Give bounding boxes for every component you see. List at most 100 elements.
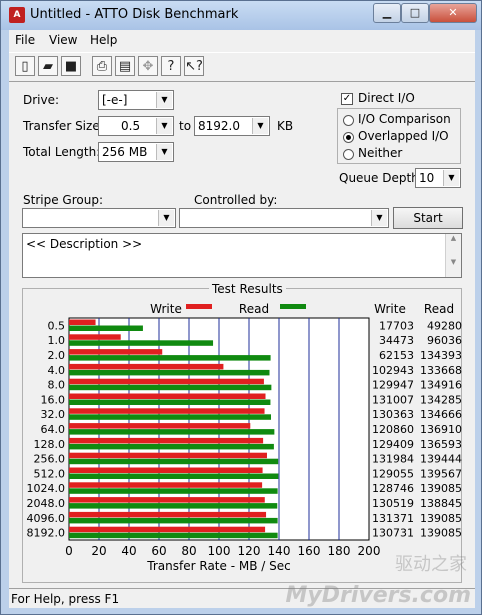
drive-label: Drive: bbox=[23, 93, 60, 107]
y-tick-label: 256.0 bbox=[34, 453, 66, 466]
watermark-chinese: 驱动之家 bbox=[395, 554, 467, 575]
write-bar bbox=[69, 497, 265, 503]
save-icon[interactable]: ■ bbox=[61, 56, 81, 76]
legend-read-label: Read bbox=[239, 302, 269, 316]
y-tick-label: 512.0 bbox=[34, 467, 66, 480]
transfer-size-to-select[interactable]: 8192.0 ▼ bbox=[194, 116, 270, 136]
write-bar bbox=[69, 334, 121, 340]
write-value: 131984 bbox=[372, 453, 414, 466]
write-value: 129409 bbox=[372, 438, 414, 451]
write-bar bbox=[69, 511, 267, 518]
legend-read-swatch bbox=[280, 304, 306, 309]
write-bar bbox=[69, 319, 96, 325]
controlled-by-select[interactable]: ▼ bbox=[179, 208, 389, 228]
y-tick-label: 4096.0 bbox=[27, 512, 66, 525]
drive-select[interactable]: [-e-] ▼ bbox=[98, 90, 174, 110]
write-value: 130519 bbox=[372, 497, 414, 510]
read-value: 139567 bbox=[420, 467, 462, 480]
y-tick-label: 32.0 bbox=[41, 408, 66, 421]
read-value: 139085 bbox=[420, 527, 462, 540]
column-header-read: Read bbox=[424, 302, 454, 316]
print-preview-icon[interactable]: ▤ bbox=[115, 56, 135, 76]
read-value: 134285 bbox=[420, 393, 462, 406]
write-value: 17703 bbox=[379, 319, 414, 332]
write-value: 102943 bbox=[372, 364, 414, 377]
description-field[interactable]: << Description >> ▲ ▼ bbox=[22, 233, 462, 278]
read-bar bbox=[69, 488, 278, 494]
chevron-down-icon[interactable]: ▼ bbox=[443, 170, 459, 186]
write-value: 130363 bbox=[372, 408, 414, 421]
menu-view[interactable]: View bbox=[49, 33, 77, 47]
read-bar bbox=[69, 414, 271, 420]
menu-help[interactable]: Help bbox=[90, 33, 117, 47]
queue-depth-value: 10 bbox=[419, 171, 435, 185]
neither-radio[interactable] bbox=[343, 149, 354, 160]
chevron-down-icon[interactable]: ▼ bbox=[156, 92, 172, 108]
write-value: 128746 bbox=[372, 482, 414, 495]
maximize-button[interactable]: □ bbox=[401, 3, 429, 23]
io-comparison-radio[interactable] bbox=[343, 115, 354, 126]
window-title: Untitled - ATTO Disk Benchmark bbox=[30, 7, 239, 22]
neither-label: Neither bbox=[358, 146, 403, 160]
atto-app-icon: A bbox=[9, 7, 25, 23]
chevron-down-icon[interactable]: ▼ bbox=[158, 210, 174, 226]
overlapped-io-radio[interactable] bbox=[343, 132, 354, 143]
status-text: For Help, press F1 bbox=[11, 592, 120, 606]
app-window: A Untitled - ATTO Disk Benchmark ▁ □ ✕ F… bbox=[0, 0, 482, 615]
y-tick-label: 16.0 bbox=[41, 393, 66, 406]
new-icon[interactable]: ▯ bbox=[15, 56, 35, 76]
move-icon[interactable]: ✥ bbox=[138, 56, 158, 76]
minimize-button[interactable]: ▁ bbox=[373, 3, 401, 23]
x-tick-label: 140 bbox=[268, 544, 291, 558]
stripe-group-select[interactable]: ▼ bbox=[22, 208, 176, 228]
stripe-group-label: Stripe Group: bbox=[23, 193, 103, 207]
read-bar bbox=[69, 325, 143, 331]
description-scrollbar[interactable]: ▲ ▼ bbox=[445, 234, 461, 277]
queue-depth-label: Queue Depth: bbox=[339, 171, 423, 185]
drive-value: [-e-] bbox=[102, 93, 128, 107]
print-icon[interactable]: ⎙ bbox=[92, 56, 112, 76]
kb-label: KB bbox=[277, 119, 294, 133]
x-tick-label: 100 bbox=[208, 544, 231, 558]
write-bar bbox=[69, 378, 264, 385]
write-bar bbox=[69, 526, 266, 533]
context-help-icon[interactable]: ↖? bbox=[184, 56, 204, 76]
write-bar bbox=[69, 452, 267, 459]
total-length-label: Total Length: bbox=[23, 145, 101, 159]
legend-write-swatch bbox=[186, 304, 212, 309]
transfer-to-value: 8192.0 bbox=[198, 119, 240, 133]
legend-write-label: Write bbox=[150, 302, 182, 316]
controlled-by-label: Controlled by: bbox=[194, 193, 278, 207]
write-value: 131371 bbox=[372, 512, 414, 525]
start-button[interactable]: Start bbox=[393, 207, 463, 229]
write-bar bbox=[69, 482, 263, 488]
chevron-down-icon[interactable]: ▼ bbox=[371, 210, 387, 226]
title-bar[interactable]: A Untitled - ATTO Disk Benchmark ▁ □ ✕ bbox=[1, 1, 481, 30]
read-value: 139085 bbox=[420, 482, 462, 495]
read-bar bbox=[69, 340, 214, 346]
chevron-down-icon[interactable]: ▼ bbox=[156, 118, 172, 134]
write-value: 62153 bbox=[379, 349, 414, 362]
queue-depth-select[interactable]: 10 ▼ bbox=[415, 168, 461, 188]
chevron-down-icon[interactable]: ▼ bbox=[156, 144, 172, 160]
y-tick-label: 1024.0 bbox=[27, 482, 66, 495]
total-length-select[interactable]: 256 MB ▼ bbox=[98, 142, 174, 162]
x-tick-label: 60 bbox=[151, 544, 166, 558]
help-icon[interactable]: ? bbox=[161, 56, 181, 76]
x-tick-label: 120 bbox=[238, 544, 261, 558]
write-bar bbox=[69, 349, 163, 355]
read-value: 136593 bbox=[420, 438, 462, 451]
transfer-size-from-select[interactable]: 0.5 ▼ bbox=[98, 116, 174, 136]
read-bar bbox=[69, 355, 271, 361]
x-tick-label: 0 bbox=[65, 544, 73, 558]
menu-file[interactable]: File bbox=[15, 33, 35, 47]
open-icon[interactable]: ▰ bbox=[38, 56, 58, 76]
read-bar bbox=[69, 443, 274, 450]
read-value: 134916 bbox=[420, 379, 462, 392]
direct-io-checkbox[interactable]: ✓ bbox=[341, 93, 353, 105]
close-button[interactable]: ✕ bbox=[429, 3, 477, 23]
y-tick-label: 2048.0 bbox=[27, 497, 66, 510]
x-tick-label: 20 bbox=[91, 544, 106, 558]
chevron-down-icon[interactable]: ▼ bbox=[252, 118, 268, 134]
write-bar bbox=[69, 437, 264, 444]
